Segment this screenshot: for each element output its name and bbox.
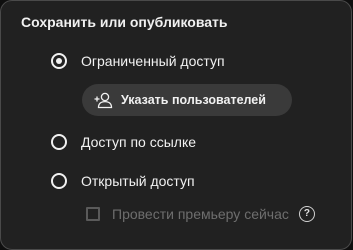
premiere-row: Провести премьеру сейчас ? xyxy=(86,203,315,225)
help-icon[interactable]: ? xyxy=(298,206,315,222)
option-link-access[interactable]: Доступ по ссылке xyxy=(51,131,196,153)
option-public-access-label: Открытый доступ xyxy=(81,173,195,189)
option-restricted-access[interactable]: Ограниченный доступ xyxy=(51,50,225,72)
radio-restricted-access[interactable] xyxy=(51,53,67,69)
option-link-access-label: Доступ по ссылке xyxy=(81,134,197,150)
visibility-panel: Сохранить или опубликовать Ограниченный … xyxy=(0,0,352,250)
option-restricted-access-label: Ограниченный доступ xyxy=(81,53,225,69)
premiere-label: Провести премьеру сейчас xyxy=(112,206,289,222)
specify-users-button[interactable]: Указать пользователей xyxy=(82,84,292,116)
option-public-access[interactable]: Открытый доступ xyxy=(51,170,195,192)
add-person-icon xyxy=(93,90,113,110)
radio-public-access[interactable] xyxy=(51,173,67,189)
radio-link-access[interactable] xyxy=(51,134,67,150)
premiere-checkbox[interactable] xyxy=(86,207,100,221)
specify-users-button-label: Указать пользователей xyxy=(121,93,266,107)
panel-title: Сохранить или опубликовать xyxy=(21,14,228,30)
